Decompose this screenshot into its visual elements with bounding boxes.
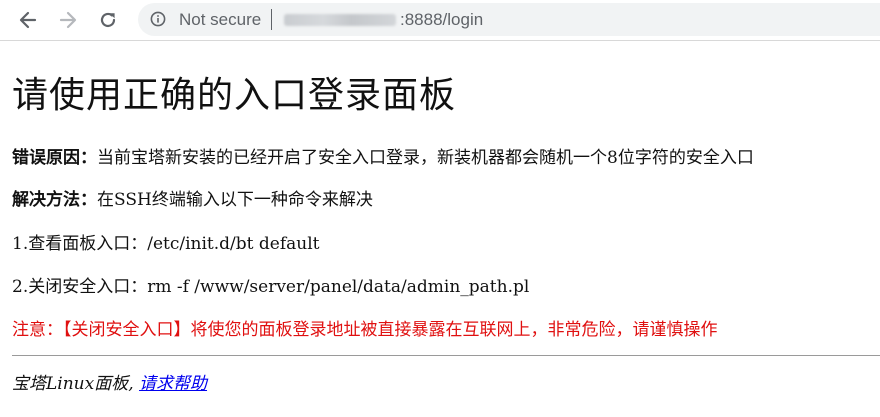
browser-toolbar: Not secure :8888/login — [0, 0, 880, 41]
url-path[interactable]: :8888/login — [400, 10, 483, 30]
footer-divider — [12, 355, 880, 356]
arrow-right-icon — [59, 11, 77, 29]
page-title: 请使用正确的入口登录面板 — [12, 75, 457, 116]
solution-line: 解决方法：在SSH终端输入以下一种命令来解决 — [12, 185, 373, 210]
back-button[interactable] — [14, 6, 42, 34]
footer: 宝塔Linux面板, 请求帮助 — [12, 369, 207, 394]
security-status-label[interactable]: Not secure — [179, 10, 261, 30]
url-host-redacted — [284, 14, 396, 26]
error-reason-text: 当前宝塔新安装的已经开启了安全入口登录，新装机器都会随机一个8位字符的安全入口 — [97, 148, 754, 168]
info-circle-icon[interactable] — [150, 11, 166, 27]
warning-text: 注意：【关闭安全入口】将使您的面板登录地址被直接暴露在互联网上，非常危险，请谨慎… — [12, 320, 718, 340]
forward-button[interactable] — [54, 6, 82, 34]
address-bar[interactable]: Not secure :8888/login — [138, 3, 880, 36]
reload-button[interactable] — [94, 6, 122, 34]
solution-text: 在SSH终端输入以下一种命令来解决 — [97, 190, 373, 210]
page-content: 请使用正确的入口登录面板 错误原因：当前宝塔新安装的已经开启了安全入口登录，新装… — [0, 41, 880, 417]
error-reason-line: 错误原因：当前宝塔新安装的已经开启了安全入口登录，新装机器都会随机一个8位字符的… — [12, 143, 754, 168]
command-view-entry: 1.查看面板入口：/etc/init.d/bt default — [12, 234, 320, 254]
footer-text: 宝塔Linux面板, — [12, 374, 140, 394]
arrow-left-icon — [19, 11, 37, 29]
address-separator — [271, 9, 272, 30]
help-link[interactable]: 请求帮助 — [139, 374, 207, 394]
reload-icon — [100, 12, 116, 28]
error-reason-label: 错误原因： — [12, 148, 97, 168]
command-disable-entry: 2.关闭安全入口：rm -f /www/server/panel/data/ad… — [12, 277, 530, 297]
solution-label: 解决方法： — [12, 190, 97, 210]
